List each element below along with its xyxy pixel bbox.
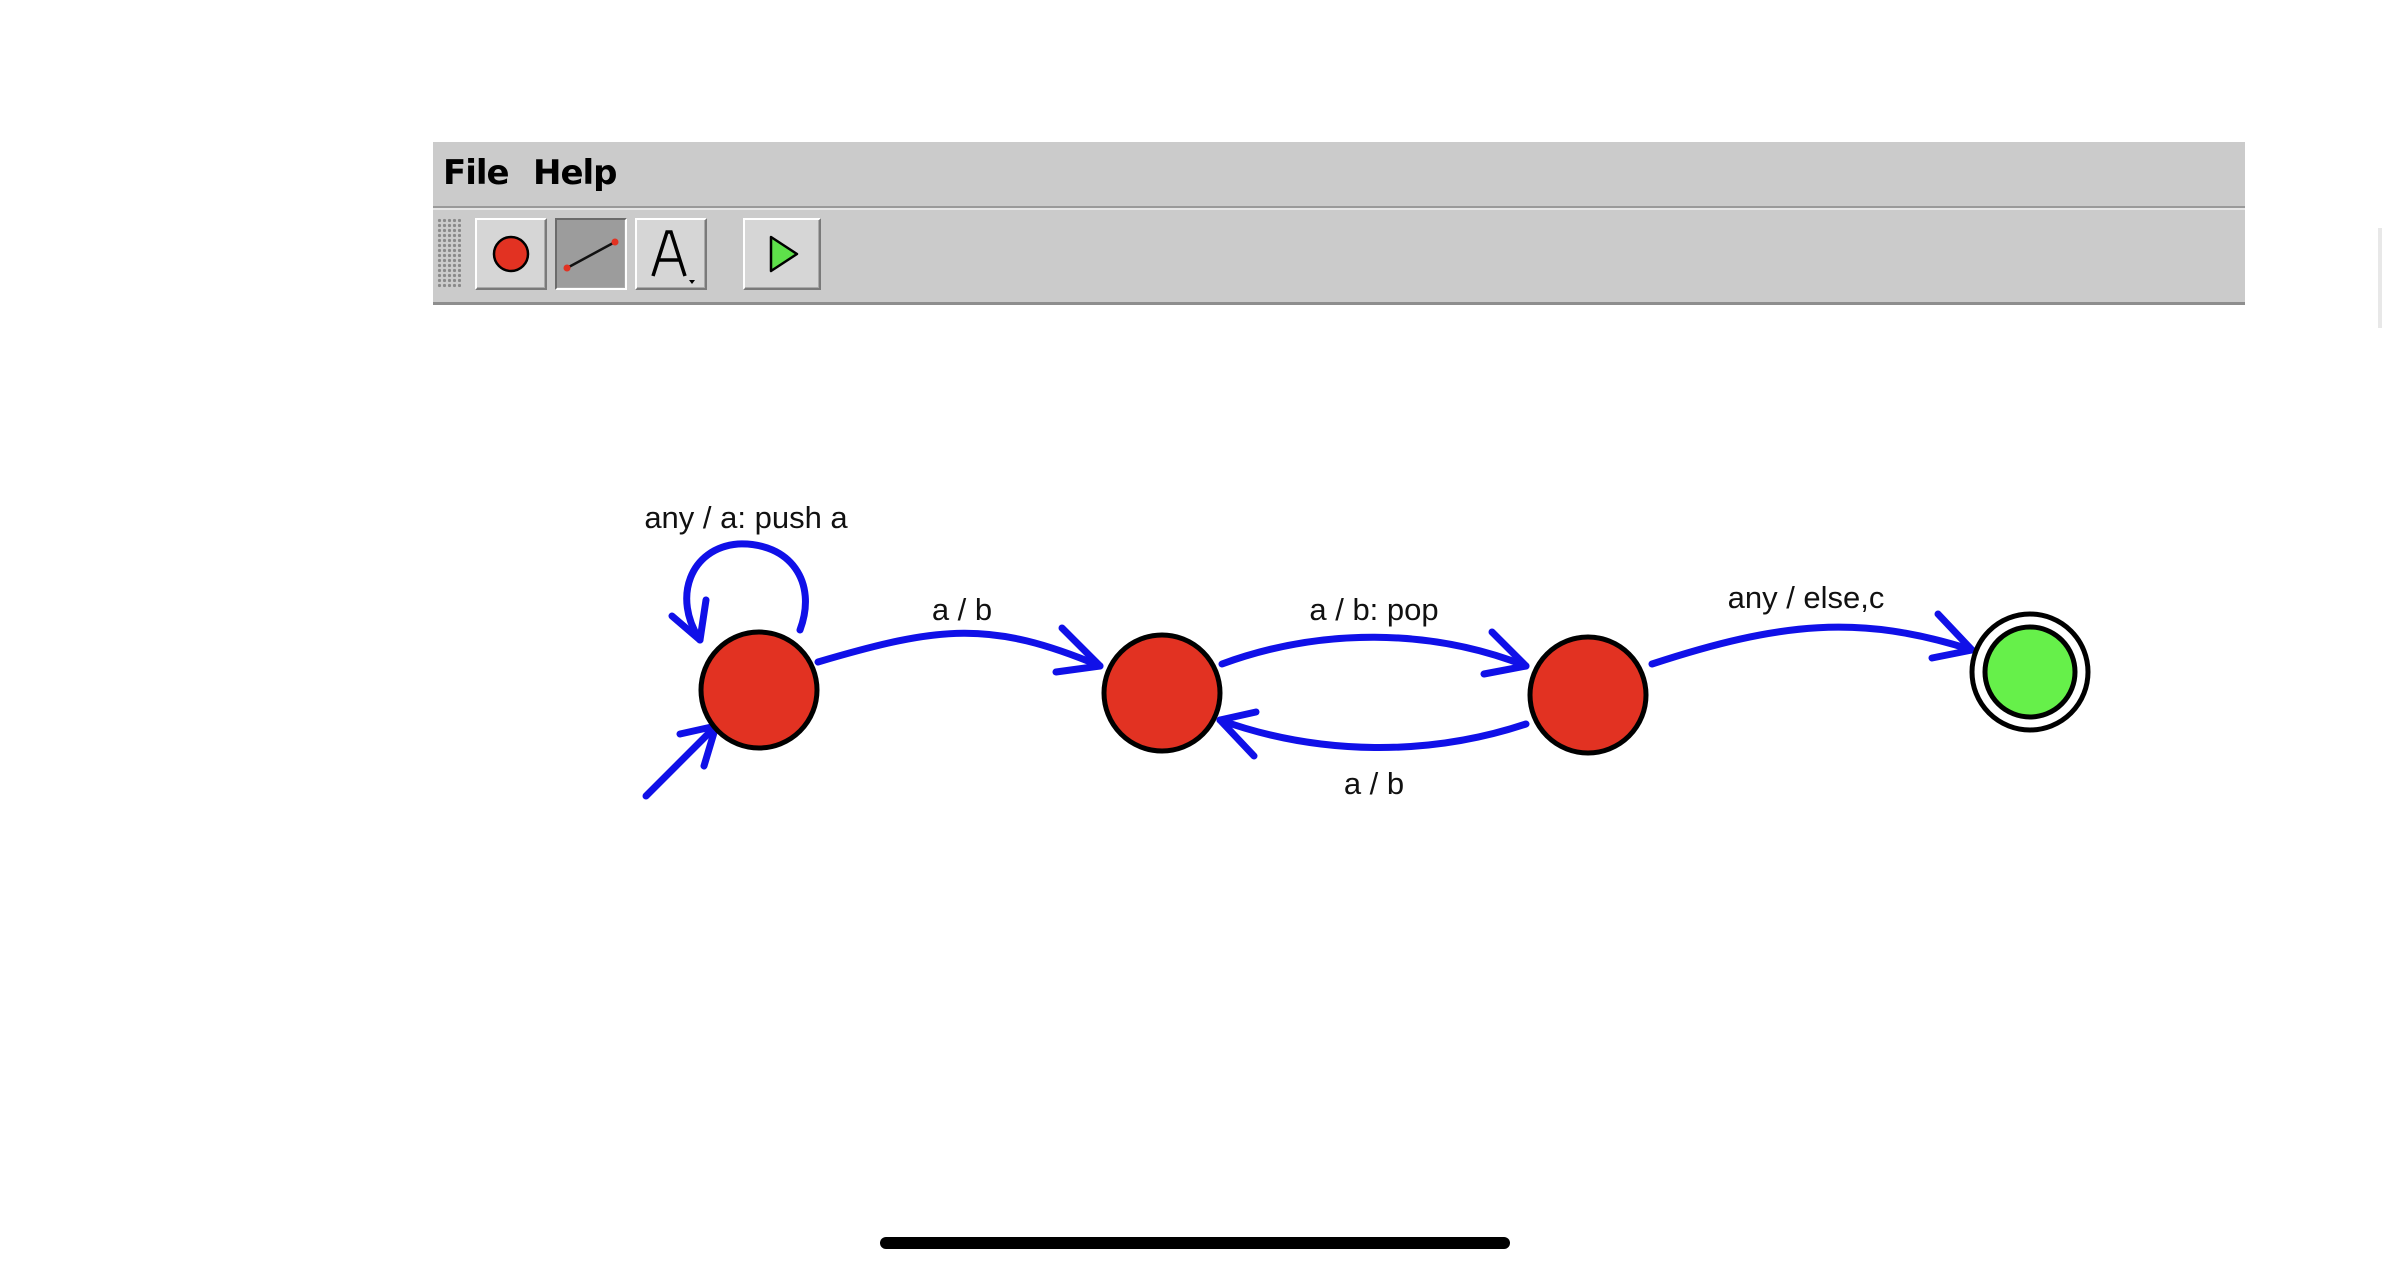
label-s2-s3[interactable]: any / else,c — [1728, 580, 1885, 615]
label-s1-s2[interactable]: a / b: pop — [1309, 592, 1438, 627]
state-s2[interactable] — [1527, 634, 1649, 756]
label-s0-s0[interactable]: any / a: push a — [644, 500, 848, 535]
automaton-canvas[interactable]: any / a: push a a / b a / b: pop a / b a… — [0, 0, 2388, 1263]
label-s0-s1[interactable]: a / b — [932, 592, 992, 627]
state-s3-accepting[interactable] — [1969, 611, 2091, 733]
label-s2-s1[interactable]: a / b — [1344, 766, 1404, 801]
arrowhead-s2-s1 — [1216, 708, 1260, 760]
transition-s2-s1 — [1216, 716, 1530, 751]
arrowhead-s2-s3 — [1928, 610, 1976, 662]
transition-s1-s2 — [1218, 633, 1530, 670]
transition-s0-s1 — [814, 629, 1104, 670]
home-indicator[interactable] — [880, 1237, 1510, 1249]
state-s0[interactable] — [698, 629, 820, 751]
transition-s2-s3 — [1648, 623, 1976, 668]
window-edge-mark — [2378, 228, 2382, 328]
state-s1[interactable] — [1101, 632, 1223, 754]
